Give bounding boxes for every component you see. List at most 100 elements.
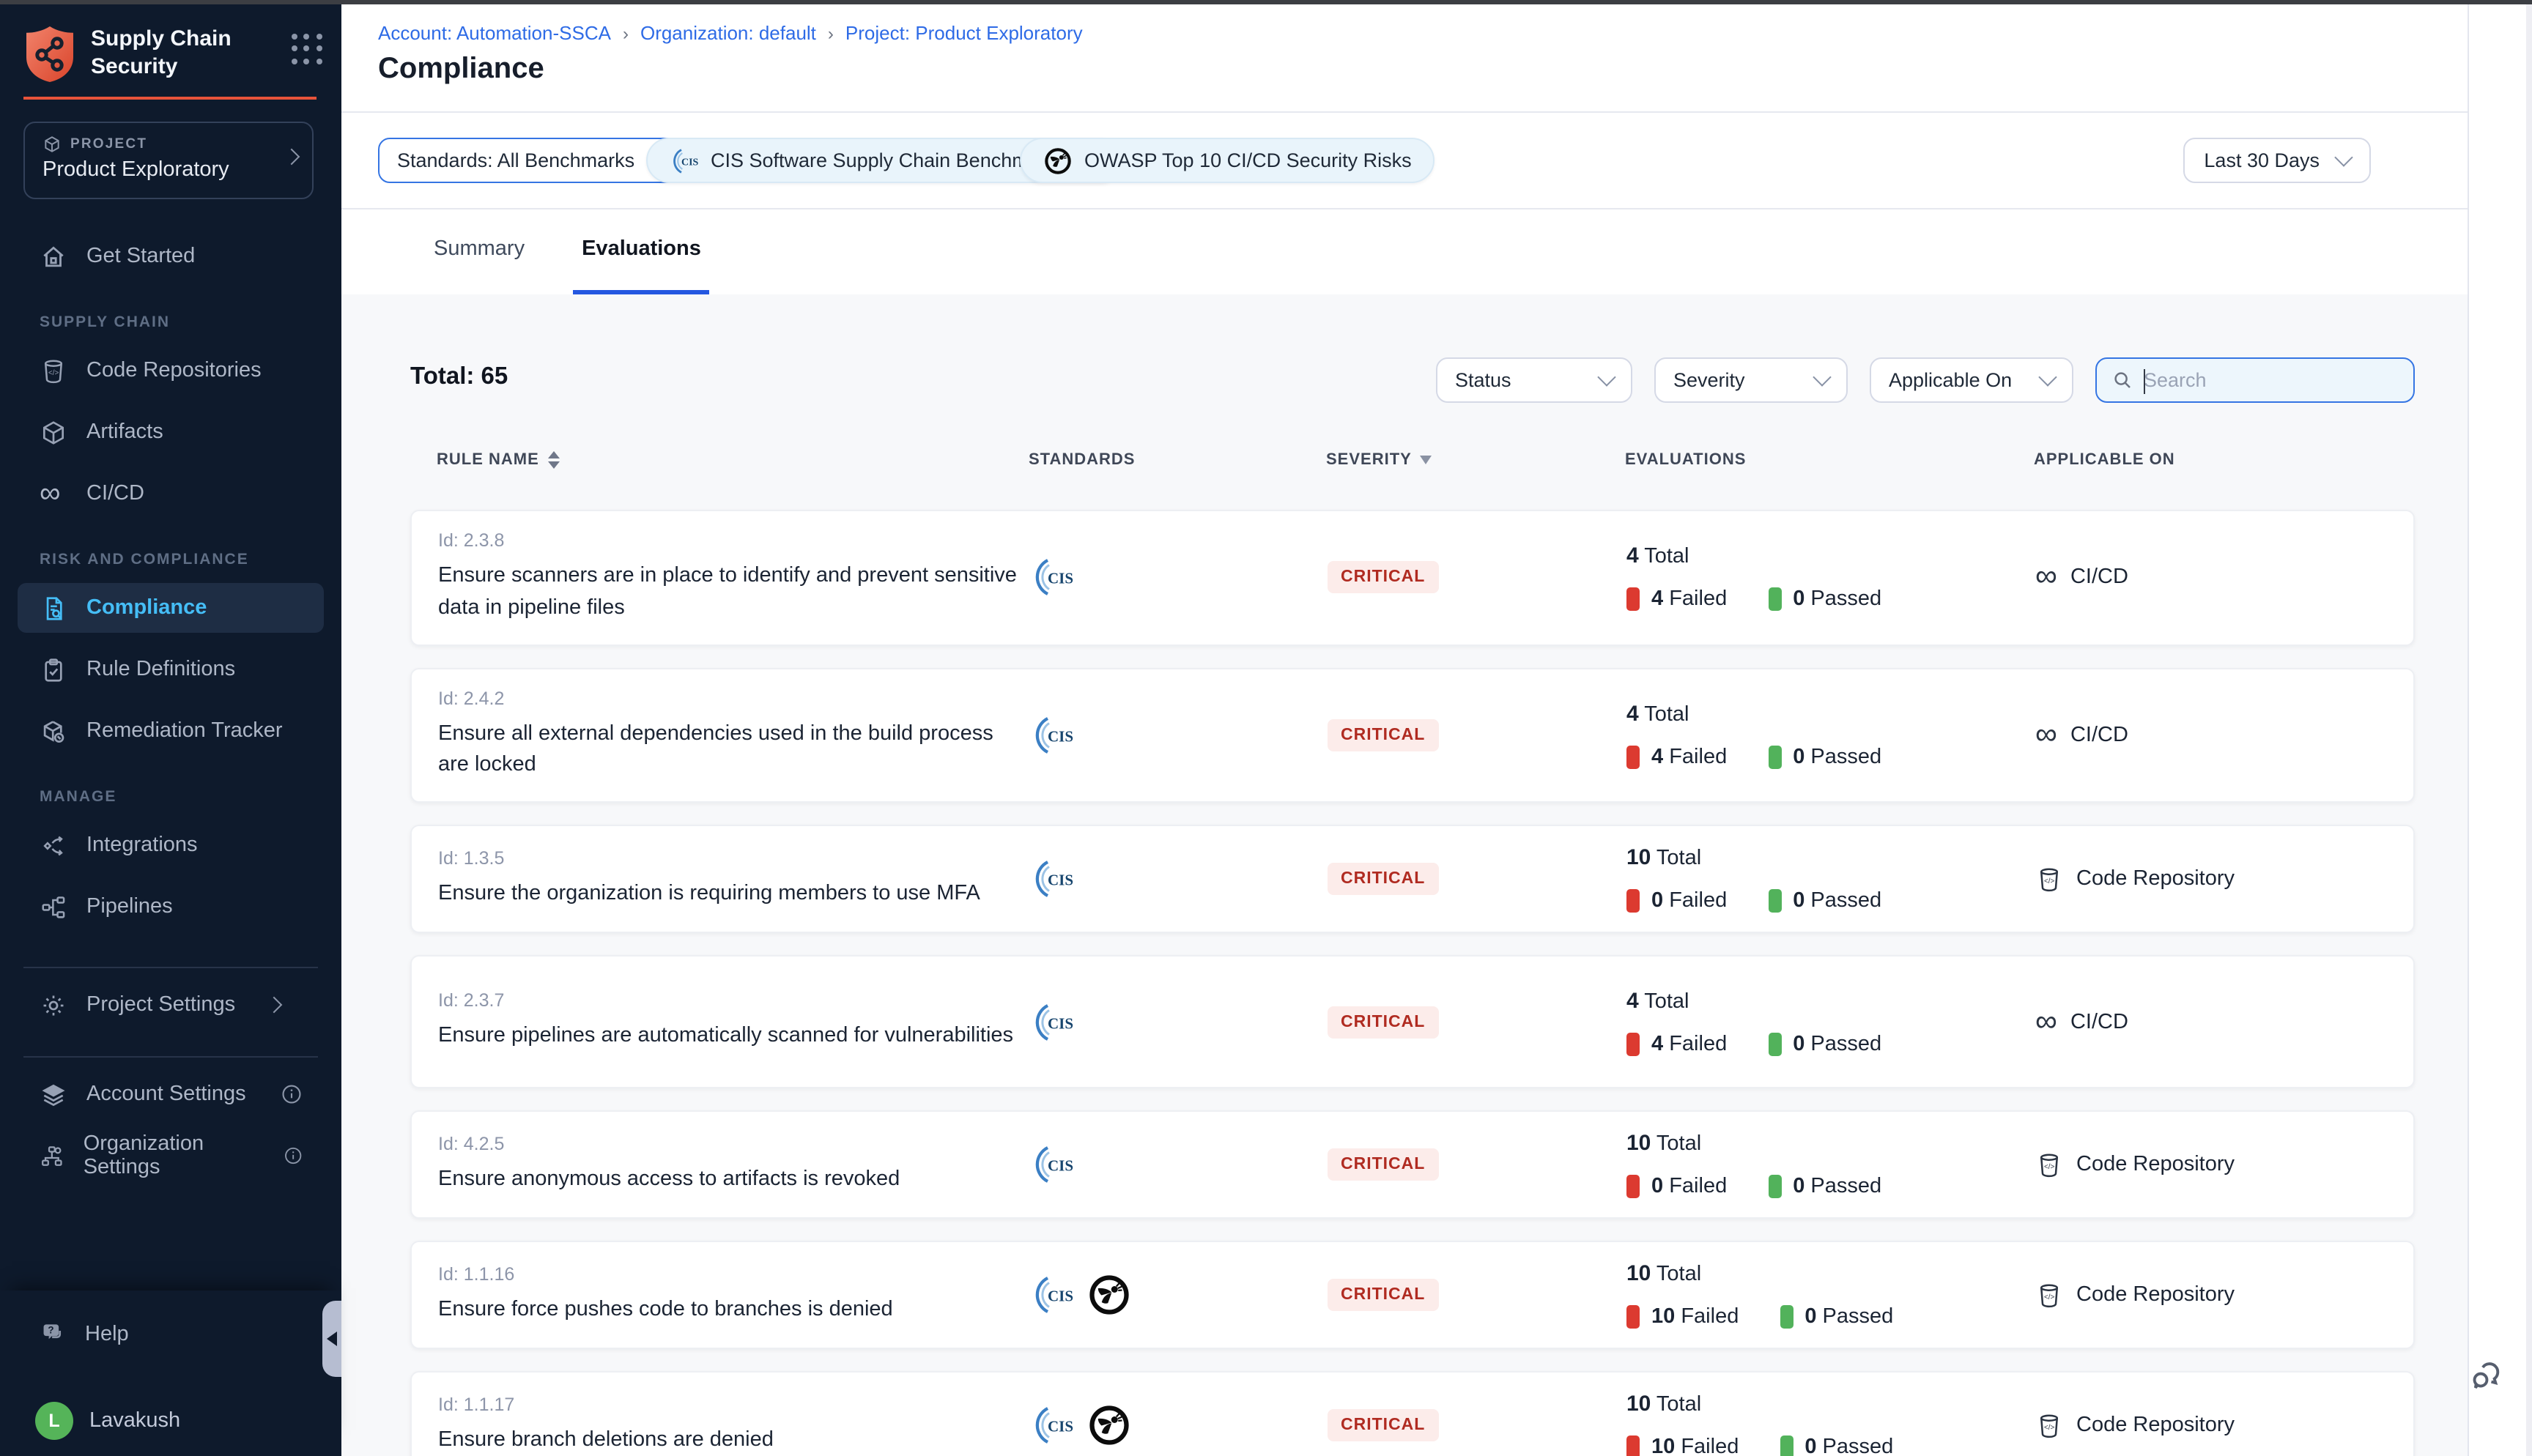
evaluations-passed: 0 Passed [1768, 746, 1881, 769]
breadcrumb-separator: › [828, 23, 834, 43]
text-caret [2144, 369, 2145, 394]
info-icon[interactable] [280, 1082, 303, 1106]
project-selector[interactable]: PROJECT Product Exploratory [23, 122, 314, 199]
sidebar-item-rule-definitions[interactable]: Rule Definitions [18, 645, 324, 694]
applicable-on-label: CI/CD [2070, 1010, 2128, 1033]
sidebar-item-remediation-tracker[interactable]: Remediation Tracker [18, 706, 324, 756]
svg-text:</>: </> [2044, 1162, 2054, 1170]
applicable-on-filter-dropdown[interactable]: Applicable On [1870, 357, 2073, 403]
rule-id: Id: 2.4.2 [438, 688, 1030, 708]
table-row[interactable]: Id: 1.1.17 Ensure branch deletions are d… [410, 1371, 2415, 1456]
app-window: Supply Chain Security PROJECT Product Ex… [0, 0, 2532, 1456]
gear-icon [40, 991, 67, 1019]
scrollbar-track[interactable] [2526, 4, 2532, 1456]
owasp-logo-icon [1087, 1403, 1131, 1447]
tab-evaluations[interactable]: Evaluations [573, 208, 710, 294]
table-row[interactable]: Id: 4.2.5 Ensure anonymous access to art… [410, 1110, 2415, 1219]
sidebar-item-help[interactable]: ? Help [40, 1320, 129, 1348]
rule-name: Ensure anonymous access to artifacts is … [438, 1164, 1017, 1196]
column-label: SEVERITY [1326, 451, 1412, 469]
table-row[interactable]: Id: 2.3.8 Ensure scanners are in place t… [410, 510, 2415, 645]
rule-id: Id: 2.3.7 [438, 990, 1030, 1011]
evaluations-cell: 4 Total 4 Failed 0 Passed [1626, 544, 2035, 612]
standards-dropdown[interactable]: Standards: All Benchmarks [378, 138, 681, 183]
cicd-infinity-icon: ∞ [2035, 1011, 2057, 1032]
support-chat-icon[interactable] [2468, 1356, 2506, 1394]
chevron-down-icon [1597, 368, 1615, 386]
breadcrumb: Account: Automation-SSCA › Organization: d… [378, 22, 1083, 44]
sidebar-item-label: Code Repositories [86, 359, 262, 382]
sidebar-item-account-settings[interactable]: Account Settings [18, 1069, 324, 1119]
filter-label: Severity [1673, 369, 1745, 391]
code-repository-icon: </> [2035, 1281, 2063, 1309]
date-range-label: Last 30 Days [2204, 149, 2320, 171]
rule-name-cell: Id: 2.3.7 Ensure pipelines are automatic… [438, 990, 1030, 1053]
table-row[interactable]: Id: 2.4.2 Ensure all external dependenci… [410, 667, 2415, 803]
svg-text:</>: </> [2044, 877, 2054, 885]
info-icon[interactable] [283, 1144, 303, 1167]
severity-filter-dropdown[interactable]: Severity [1654, 357, 1848, 403]
severity-cell: CRITICAL [1328, 1006, 1626, 1038]
severity-cell: CRITICAL [1328, 562, 1626, 594]
column-label: EVALUATIONS [1625, 451, 1746, 469]
standard-chip[interactable]: OWASP Top 10 CI/CD Security Risks [1020, 138, 1435, 183]
sidebar-item-label: CI/CD [86, 482, 144, 505]
owasp-logo-icon [1087, 1273, 1131, 1317]
chip-label: OWASP Top 10 CI/CD Security Risks [1084, 149, 1412, 171]
app-switcher-grid-icon[interactable] [292, 34, 324, 66]
user-menu[interactable]: L Lavakush [35, 1402, 180, 1440]
standards-cell: CIS [1030, 713, 1328, 757]
sidebar-item-code-repositories[interactable]: </>Code Repositories [18, 346, 324, 395]
sidebar-collapse-handle[interactable] [322, 1301, 341, 1377]
table-row[interactable]: Id: 1.1.16 Ensure force pushes code to b… [410, 1241, 2415, 1349]
column-header-rule-name: RULE NAME [437, 451, 1029, 469]
breadcrumb-link[interactable]: Project: Product Exploratory [845, 22, 1083, 44]
date-range-dropdown[interactable]: Last 30 Days [2183, 138, 2371, 183]
help-label: Help [85, 1322, 129, 1345]
evaluations-panel: Total: 65 StatusSeverityApplicable On RU… [341, 294, 2468, 1456]
evaluations-passed: 0 Passed [1780, 1305, 1893, 1329]
table-row[interactable]: Id: 1.3.5 Ensure the organization is req… [410, 825, 2415, 933]
sidebar-item-project-settings[interactable]: Project Settings [18, 980, 324, 1030]
sidebar-item-artifacts[interactable]: Artifacts [18, 407, 324, 457]
svg-text:CIS: CIS [1048, 570, 1073, 587]
evaluations-cell: 4 Total 4 Failed 0 Passed [1626, 988, 2035, 1055]
rule-name: Ensure force pushes code to branches is … [438, 1294, 1017, 1326]
status-filter-dropdown[interactable]: Status [1436, 357, 1632, 403]
failed-swatch [1626, 1305, 1640, 1329]
project-kicker-label: PROJECT [70, 136, 147, 152]
failed-swatch [1626, 889, 1640, 913]
sidebar-item-compliance[interactable]: Compliance [18, 583, 324, 633]
sort-icon[interactable] [548, 451, 560, 469]
evaluations-failed: 4 Failed [1626, 588, 1727, 612]
applicable-on-label: Code Repository [2076, 1283, 2235, 1307]
passed-swatch [1768, 746, 1781, 769]
search-input[interactable] [2144, 369, 2399, 391]
svg-text:CIS: CIS [1048, 727, 1073, 745]
tab-summary[interactable]: Summary [425, 208, 533, 294]
sidebar-item-integrations[interactable]: Integrations [18, 820, 324, 870]
sidebar-item-pipelines[interactable]: Pipelines [18, 882, 324, 932]
severity-badge: CRITICAL [1328, 1006, 1438, 1038]
cube-icon [40, 418, 67, 446]
sidebar-section-label: SUPPLY CHAIN [40, 313, 341, 334]
cis-logo-icon: CIS [1030, 1000, 1074, 1044]
sidebar-item-organization-settings[interactable]: Organization Settings [18, 1131, 324, 1181]
sidebar-item-get-started[interactable]: Get Started [18, 231, 324, 281]
project-name: Product Exploratory [42, 158, 297, 182]
sidebar-item-ci-cd[interactable]: ∞CI/CD [18, 469, 324, 519]
content-right-divider [2468, 4, 2469, 1456]
svg-text:CIS: CIS [681, 157, 699, 168]
breadcrumb-link[interactable]: Account: Automation-SSCA [378, 22, 611, 44]
evaluations-failed: 0 Failed [1626, 1175, 1727, 1198]
table-row[interactable]: Id: 2.3.7 Ensure pipelines are automatic… [410, 955, 2415, 1088]
cis-logo-icon: CIS [1030, 1273, 1074, 1317]
chevron-down-icon [2334, 148, 2353, 166]
applicable-on-cell: </>Code Repository [2035, 865, 2387, 893]
cis-logo-icon: CIS [1030, 857, 1074, 901]
sort-desc-icon[interactable] [1421, 456, 1432, 464]
cis-logo-icon: CIS [670, 146, 699, 175]
page-title: Compliance [378, 53, 544, 86]
breadcrumb-link[interactable]: Organization: default [640, 22, 816, 44]
cis-logo-icon: CIS [1030, 1143, 1074, 1186]
